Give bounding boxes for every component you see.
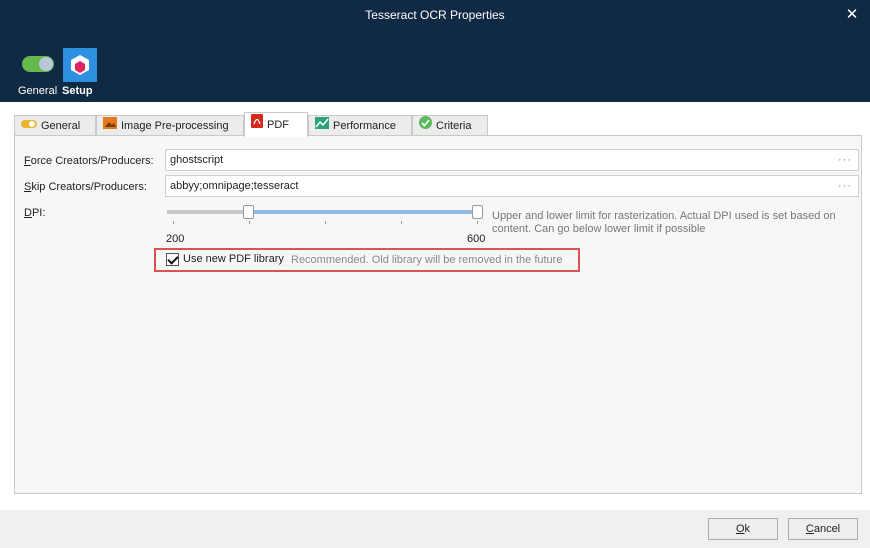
slider-tick [477, 221, 478, 224]
tab-performance[interactable]: Performance [308, 115, 412, 136]
dpi-min-label: 200 [166, 233, 185, 245]
dpi-label: DPI: [24, 207, 46, 219]
image-icon [103, 116, 117, 136]
tab-general[interactable]: General [14, 115, 96, 136]
pdf-icon [251, 113, 263, 137]
toggle-icon [22, 56, 54, 72]
slider-tick [401, 221, 402, 224]
performance-icon [315, 116, 329, 136]
title-bar: Tesseract OCR Properties ✕ General Setup [0, 0, 870, 102]
force-creators-more-button[interactable]: ··· [838, 150, 852, 170]
check-icon [419, 116, 432, 136]
dpi-range-slider[interactable] [165, 203, 483, 235]
skip-creators-more-button[interactable]: ··· [838, 176, 852, 196]
mode-general-button[interactable]: General [14, 48, 58, 97]
slider-tick [173, 221, 174, 224]
dpi-max-label: 600 [467, 233, 486, 245]
dpi-max-thumb[interactable] [472, 205, 483, 219]
tab-image-pre-processing[interactable]: Image Pre-processing [96, 115, 244, 136]
use-new-pdf-library-checkbox[interactable] [166, 253, 179, 266]
dpi-hint: Upper and lower limit for rasterization.… [492, 210, 836, 235]
slider-selected-range [249, 210, 478, 214]
skip-creators-input[interactable]: abbyy;omnipage;tesseract ··· [165, 175, 859, 197]
mode-general-label: General [18, 85, 58, 97]
close-icon[interactable]: ✕ [842, 5, 862, 25]
slider-tick [325, 221, 326, 224]
mode-setup-button[interactable]: Setup [60, 48, 98, 97]
tab-criteria[interactable]: Criteria [412, 115, 488, 136]
ok-button[interactable]: Ok [708, 518, 778, 540]
slider-tick [249, 221, 250, 224]
cancel-button[interactable]: Cancel [788, 518, 858, 540]
skip-creators-value: abbyy;omnipage;tesseract [170, 180, 299, 192]
cube-icon [63, 48, 97, 82]
tab-image-pre-processing-label: Image Pre-processing [121, 120, 229, 132]
tab-pdf[interactable]: PDF [244, 112, 308, 137]
window-title: Tesseract OCR Properties [365, 8, 505, 22]
mode-setup-label: Setup [62, 85, 93, 97]
use-new-pdf-library-label[interactable]: Use new PDF library [183, 253, 284, 265]
tab-criteria-label: Criteria [436, 120, 472, 132]
tab-general-label: General [41, 120, 81, 132]
force-creators-label: Force Creators/Producers: [24, 155, 154, 167]
tab-pdf-label: PDF [267, 119, 289, 131]
force-creators-input[interactable]: ghostscript ··· [165, 149, 859, 171]
skip-creators-label: Skip Creators/Producers: [24, 181, 147, 193]
dpi-min-thumb[interactable] [243, 205, 254, 219]
tab-performance-label: Performance [333, 120, 396, 132]
force-creators-value: ghostscript [170, 154, 224, 166]
pdf-library-note: Recommended. Old library will be removed… [291, 254, 563, 266]
general-icon [21, 116, 37, 136]
dialog-footer: Ok Cancel [0, 510, 870, 548]
